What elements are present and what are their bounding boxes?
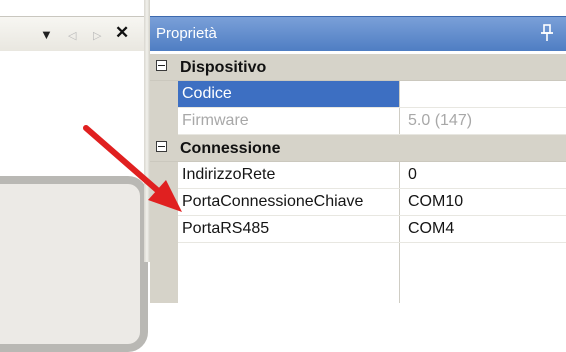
annotation-arrow [83, 125, 182, 212]
